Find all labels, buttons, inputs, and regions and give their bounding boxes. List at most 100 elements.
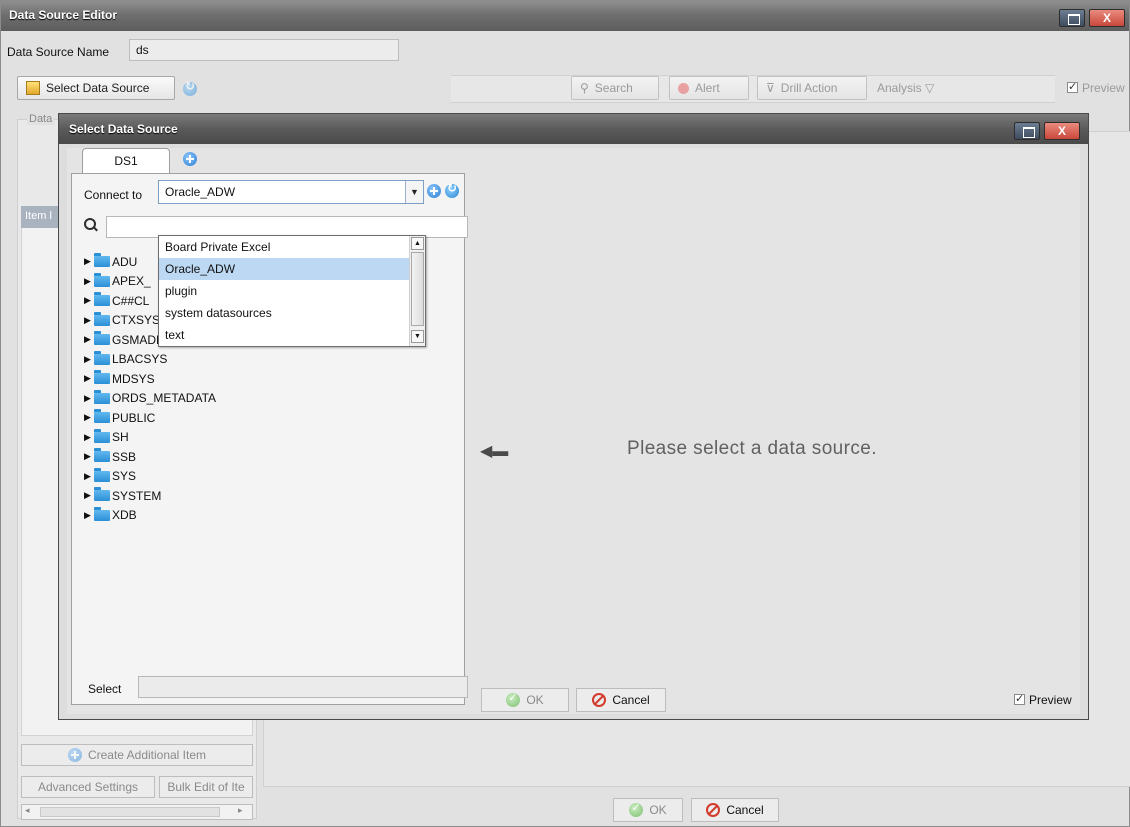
cancel-icon — [592, 693, 607, 707]
data-source-icon — [26, 81, 40, 95]
expand-arrow-icon[interactable]: ▶ — [84, 393, 94, 404]
tree-item-label: PUBLIC — [112, 410, 156, 425]
cancel-button[interactable]: Cancel — [691, 798, 779, 822]
horizontal-scrollbar[interactable]: ◂ ▸ — [21, 804, 253, 820]
drill-action-label: Drill Action — [780, 81, 838, 95]
drill-action-button[interactable]: ⊽ Drill Action — [757, 76, 867, 100]
select-data-source-dialog: Select Data Source X DS1 Connect to Orac… — [58, 113, 1089, 720]
tab-ds1[interactable]: DS1 — [82, 148, 170, 174]
expand-arrow-icon[interactable]: ▶ — [84, 451, 94, 462]
dialog-maximize-button[interactable] — [1014, 122, 1040, 140]
tree-item-label: ORDS_METADATA — [112, 391, 217, 406]
toolbar-strip — [451, 75, 1055, 103]
dialog-preview-label: Preview — [1029, 693, 1072, 707]
dropdown-scroll-thumb[interactable] — [411, 252, 424, 326]
add-connection-icon[interactable] — [427, 184, 441, 198]
expand-arrow-icon[interactable]: ▶ — [84, 256, 94, 267]
window-title: Data Source Editor — [9, 8, 118, 22]
dialog-title: Select Data Source — [69, 122, 178, 136]
folder-icon — [94, 506, 110, 521]
checkbox-icon — [1014, 692, 1025, 705]
alert-button[interactable]: Alert — [669, 76, 749, 100]
bulk-edit-button[interactable]: Bulk Edit of Ite — [159, 776, 253, 798]
dialog-cancel-button[interactable]: Cancel — [576, 688, 666, 712]
tree-item[interactable]: ▶ SYS — [84, 467, 454, 487]
dropdown-option[interactable]: Board Private Excel — [159, 236, 425, 258]
tree-item[interactable]: ▶ PUBLIC — [84, 408, 454, 428]
dialog-ok-button[interactable]: OK — [481, 688, 569, 712]
scroll-down-icon[interactable]: ▼ — [411, 330, 424, 343]
dialog-close-button[interactable]: X — [1044, 122, 1080, 140]
dialog-titlebar[interactable]: Select Data Source X — [59, 114, 1088, 144]
scroll-right-icon[interactable]: ▸ — [238, 805, 243, 816]
close-button[interactable]: X — [1089, 9, 1125, 27]
dropdown-arrow-icon[interactable]: ▼ — [405, 181, 423, 203]
folder-icon — [94, 448, 110, 463]
connect-to-dropdown-list: Board Private Excel Oracle_ADW plugin syste… — [158, 235, 426, 347]
folder-icon — [94, 331, 110, 346]
window-titlebar[interactable]: Data Source Editor X — [1, 1, 1129, 31]
toolbar-preview-checkbox[interactable]: Preview — [1067, 80, 1125, 95]
search-icon — [84, 218, 98, 232]
dropdown-option[interactable]: system datasources — [159, 302, 425, 324]
tree-item[interactable]: ▶ XDB — [84, 506, 454, 526]
expand-arrow-icon[interactable]: ▶ — [84, 490, 94, 501]
maximize-button[interactable] — [1059, 9, 1085, 27]
tree-item-label: CTXSYS — [112, 313, 161, 328]
scroll-left-icon[interactable]: ◂ — [25, 805, 30, 816]
select-data-source-label: Select Data Source — [46, 81, 150, 95]
tree-item[interactable]: ▶ SYSTEM — [84, 486, 454, 506]
ok-button[interactable]: OK — [613, 798, 683, 822]
tree-item-label: XDB — [112, 508, 137, 523]
tree-item-label: SH — [112, 430, 129, 445]
data-source-name-input[interactable]: ds — [129, 39, 399, 61]
create-additional-item-label: Create Additional Item — [87, 748, 207, 762]
expand-arrow-icon[interactable]: ▶ — [84, 295, 94, 306]
search-button[interactable]: ⚲ Search — [571, 76, 659, 100]
dialog-cancel-label: Cancel — [612, 693, 650, 707]
expand-arrow-icon[interactable]: ▶ — [84, 276, 94, 287]
dialog-preview-checkbox[interactable]: Preview — [1014, 692, 1072, 707]
add-tab-icon[interactable] — [183, 152, 197, 166]
tree-item-label: MDSYS — [112, 371, 155, 386]
folder-icon — [94, 409, 110, 424]
folder-icon — [94, 428, 110, 443]
dialog-body: DS1 Connect to Oracle_ADW ▼ ▶ ADU ▶ APEX_ ▶ C… — [67, 148, 1080, 714]
tree-item[interactable]: ▶ SSB — [84, 447, 454, 467]
alert-label: Alert — [695, 81, 720, 95]
refresh-connection-icon[interactable] — [445, 181, 459, 198]
tree-item-label: LBACSYS — [112, 352, 168, 367]
arrow-left-icon: ◀▬ — [480, 443, 509, 460]
connect-to-select[interactable]: Oracle_ADW ▼ — [158, 180, 424, 204]
check-icon — [629, 801, 644, 817]
cancel-label: Cancel — [726, 803, 764, 817]
tree-item[interactable]: ▶ SH — [84, 428, 454, 448]
dropdown-option[interactable]: plugin — [159, 280, 425, 302]
dropdown-option[interactable]: text — [159, 324, 425, 346]
expand-arrow-icon[interactable]: ▶ — [84, 471, 94, 482]
tree-item[interactable]: ▶ MDSYS — [84, 369, 454, 389]
expand-arrow-icon[interactable]: ▶ — [84, 510, 94, 521]
advanced-settings-button[interactable]: Advanced Settings — [21, 776, 155, 798]
expand-arrow-icon[interactable]: ▶ — [84, 373, 94, 384]
select-label: Select — [88, 682, 122, 696]
tree-item[interactable]: ▶ ORDS_METADATA — [84, 389, 454, 409]
expand-arrow-icon[interactable]: ▶ — [84, 334, 94, 345]
expand-arrow-icon[interactable]: ▶ — [84, 432, 94, 443]
checkbox-icon — [1067, 80, 1078, 93]
select-data-source-button[interactable]: Select Data Source — [17, 76, 175, 100]
scroll-thumb[interactable] — [40, 807, 220, 817]
tree-item[interactable]: ▶ LBACSYS — [84, 350, 454, 370]
create-additional-item-button[interactable]: Create Additional Item — [21, 744, 253, 766]
expand-arrow-icon[interactable]: ▶ — [84, 315, 94, 326]
dropdown-option[interactable]: Oracle_ADW — [159, 258, 425, 280]
folder-icon — [94, 311, 110, 326]
ok-label: OK — [649, 803, 667, 817]
select-field[interactable] — [138, 676, 468, 698]
dropdown-scrollbar[interactable]: ▲ ▼ — [409, 236, 425, 346]
analysis-menu[interactable]: Analysis ▽ — [877, 81, 934, 95]
expand-arrow-icon[interactable]: ▶ — [84, 412, 94, 423]
expand-arrow-icon[interactable]: ▶ — [84, 354, 94, 365]
scroll-up-icon[interactable]: ▲ — [411, 237, 424, 250]
refresh-icon[interactable] — [183, 79, 197, 96]
